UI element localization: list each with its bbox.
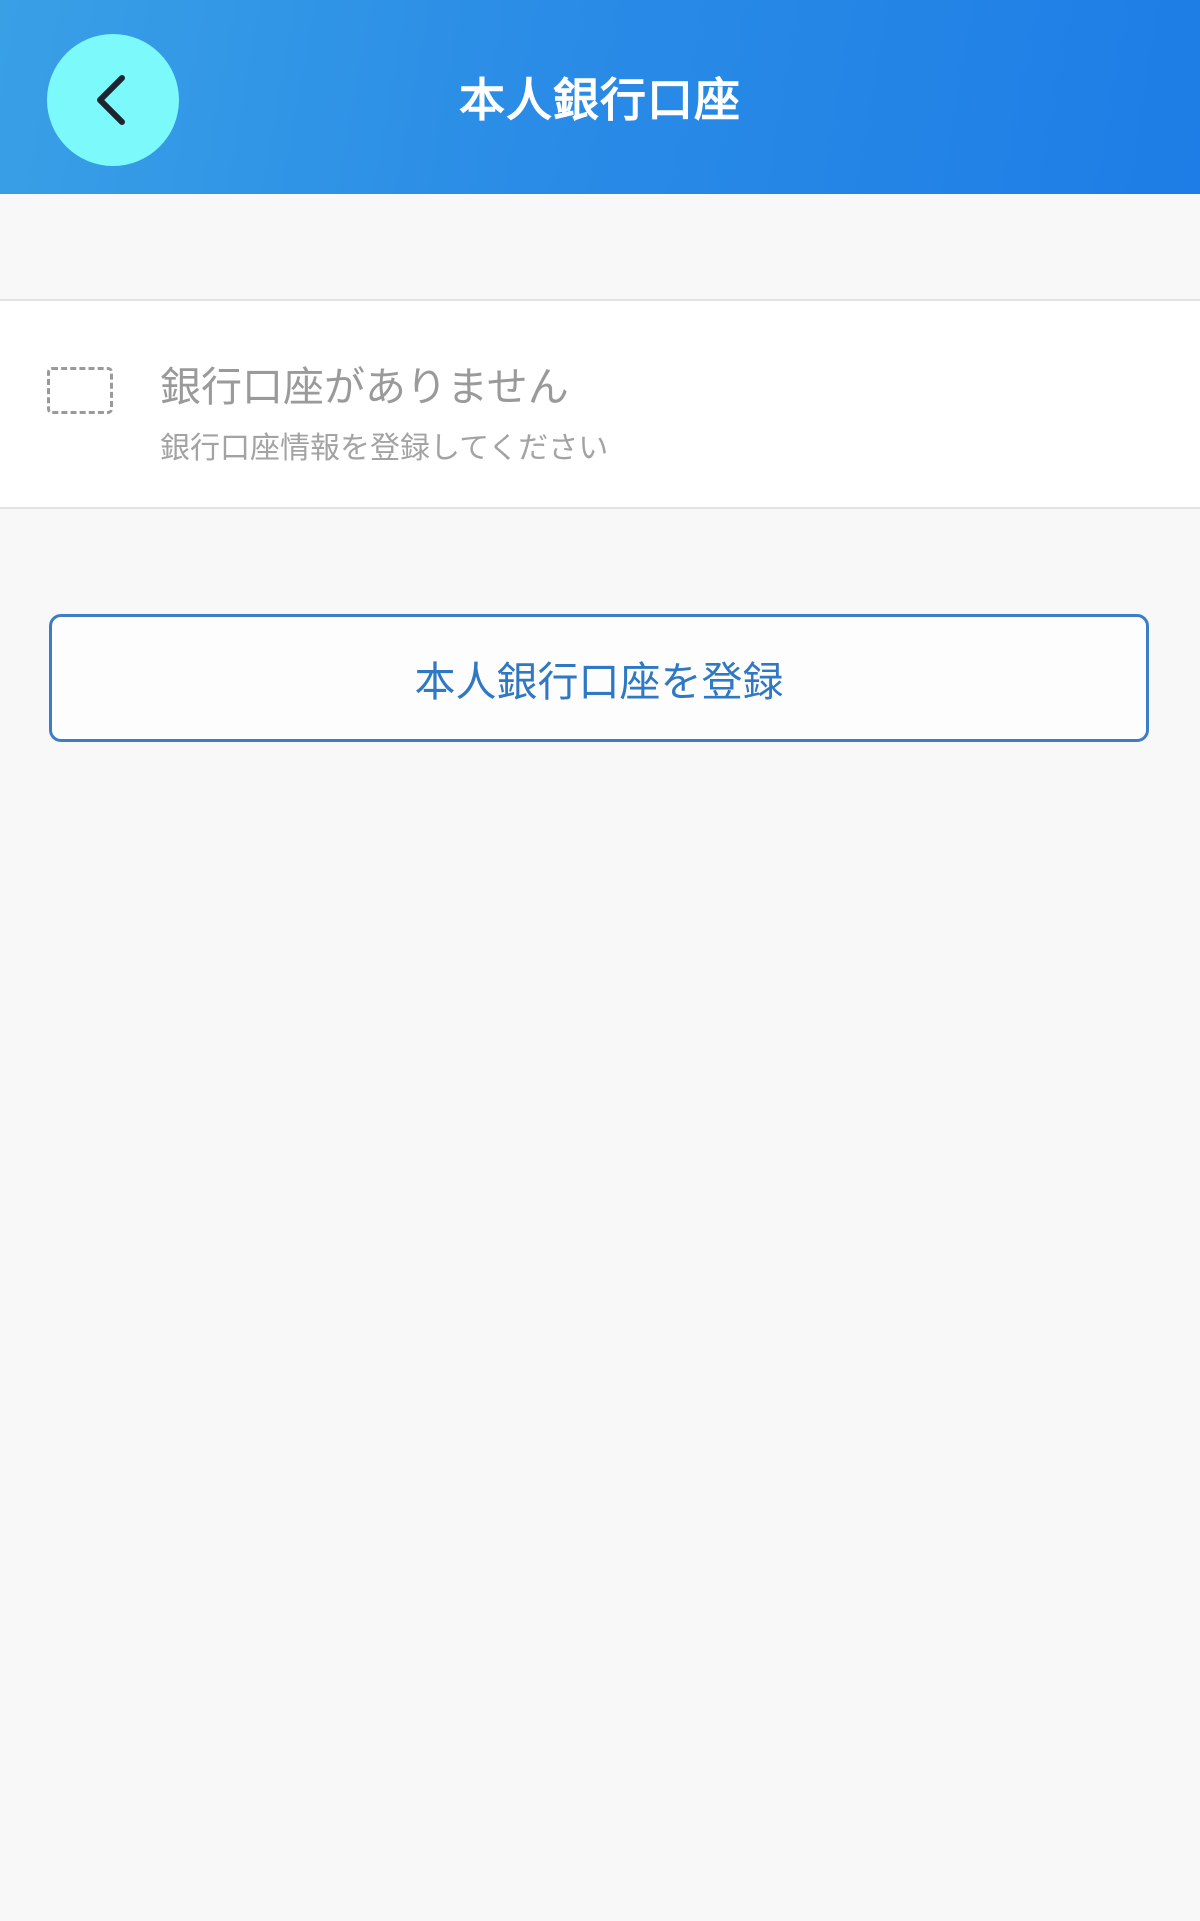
page-title: 本人銀行口座 — [459, 73, 741, 127]
dashed-card-placeholder-icon — [47, 367, 113, 414]
chevron-left-icon — [97, 75, 125, 125]
back-button[interactable] — [47, 34, 179, 166]
empty-bank-account-card: 銀行口座がありません 銀行口座情報を登録してください — [0, 299, 1200, 509]
register-bank-account-button[interactable]: 本人銀行口座を登録 — [49, 614, 1149, 742]
empty-state-title: 銀行口座がありません — [160, 363, 569, 411]
empty-state-subtitle: 銀行口座情報を登録してください — [160, 431, 609, 466]
app-header: 本人銀行口座 — [0, 0, 1200, 194]
